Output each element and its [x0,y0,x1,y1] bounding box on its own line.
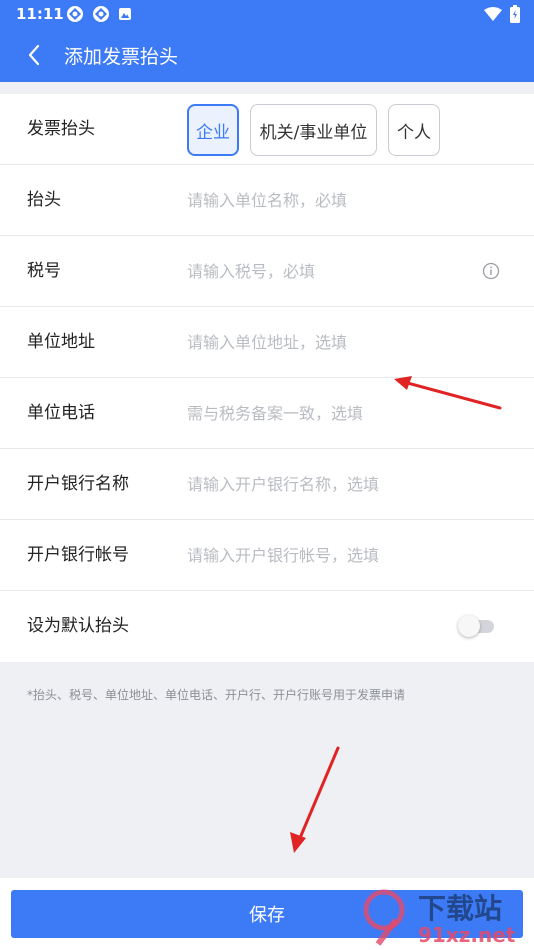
battery-icon [510,5,520,23]
system-icons [484,5,520,23]
invoice-form: 发票抬头 企业 机关/事业单位 个人 抬头 税号 单位地址 单位电话 开户银行名… [0,94,534,662]
default-row: 设为默认抬头 [0,591,534,662]
type-option-enterprise[interactable]: 企业 [187,104,239,156]
title-label: 抬头 [27,190,61,210]
phone-input[interactable] [187,396,477,430]
app-header: 添加发票抬头 [0,28,534,82]
address-label: 单位地址 [27,332,95,352]
phone-row: 单位电话 [0,378,534,449]
annotation-arrow [290,746,340,853]
bank-account-input[interactable] [187,538,477,572]
image-icon [119,8,131,20]
invoice-type-row: 发票抬头 企业 机关/事业单位 个人 [0,94,534,165]
save-button[interactable]: 保存 [11,890,523,938]
bank-account-row: 开户银行帐号 [0,520,534,591]
tax-id-row: 税号 [0,236,534,307]
type-option-personal[interactable]: 个人 [388,104,440,156]
title-row: 抬头 [0,165,534,236]
phone-label: 单位电话 [27,403,95,423]
title-input[interactable] [187,183,477,217]
back-button[interactable] [18,39,50,71]
default-label: 设为默认抬头 [27,616,129,636]
page-title: 添加发票抬头 [64,46,179,68]
wifi-icon [484,7,502,21]
tax-id-label: 税号 [27,261,61,281]
usage-note: *抬头、税号、单位地址、单位电话、开户行、开户行账号用于发票申请 [27,688,406,702]
info-icon[interactable] [482,262,500,280]
back-arrow-icon [28,44,40,66]
notification-icons [66,5,132,23]
bank-account-label: 开户银行帐号 [27,545,129,565]
type-option-institution[interactable]: 机关/事业单位 [250,104,377,156]
status-bar: 11:11 [0,0,534,28]
bank-name-row: 开户银行名称 [0,449,534,520]
address-input[interactable] [187,325,477,359]
status-time: 11:11 [16,5,64,23]
default-toggle[interactable] [458,615,496,637]
address-row: 单位地址 [0,307,534,378]
settings-icon [67,6,83,22]
settings-icon [93,6,109,22]
toggle-knob [458,615,480,637]
tax-id-input[interactable] [187,254,447,288]
bank-name-input[interactable] [187,467,477,501]
invoice-type-label: 发票抬头 [27,119,95,139]
bank-name-label: 开户银行名称 [27,474,129,494]
